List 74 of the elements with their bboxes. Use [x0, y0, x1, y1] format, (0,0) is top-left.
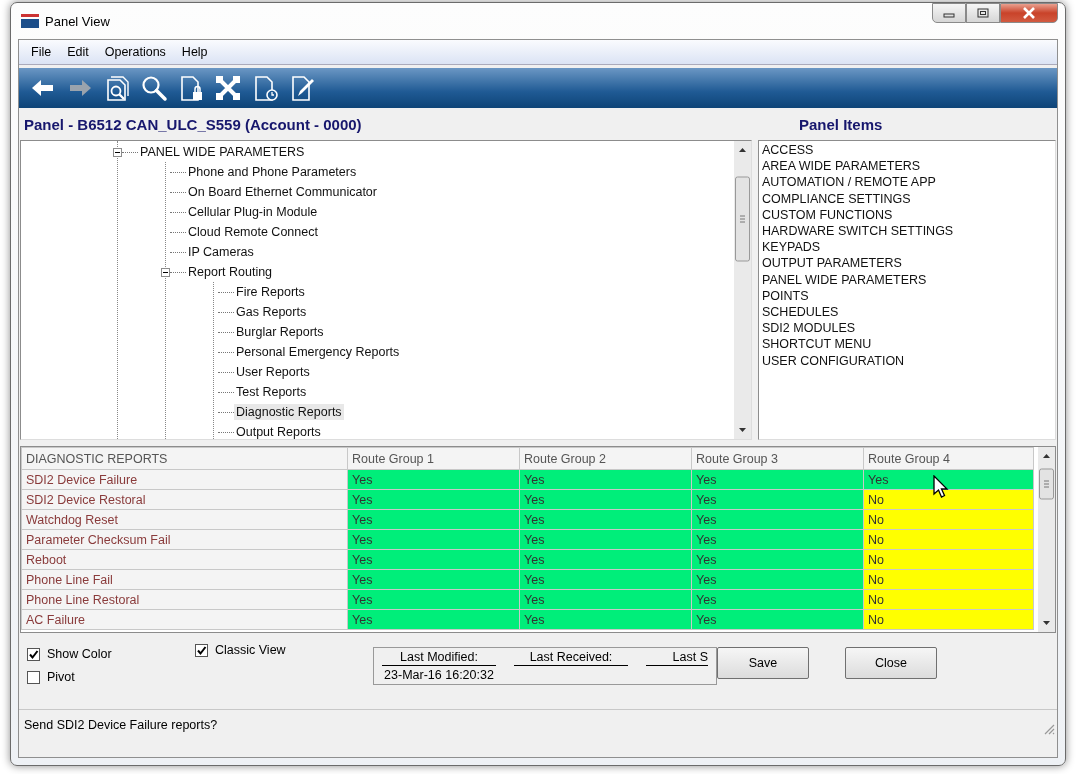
- list-item[interactable]: COMPLIANCE SETTINGS: [762, 190, 1052, 207]
- column-header: Route Group 1: [347, 447, 520, 470]
- row-header: SDI2 Device Restoral: [21, 489, 348, 510]
- panel-title: Panel - B6512 CAN_ULC_S559 (Account - 0000): [23, 115, 363, 133]
- tree-item[interactable]: Gas Reports: [234, 304, 309, 320]
- tree-item[interactable]: On Board Ethernet Communicator: [186, 184, 379, 200]
- collapse-toggle[interactable]: [161, 267, 170, 277]
- tree-item[interactable]: User Reports: [234, 364, 312, 380]
- list-item[interactable]: KEYPADS: [762, 239, 1052, 256]
- field-label: Last S: [646, 650, 708, 666]
- checkbox[interactable]: [27, 670, 40, 684]
- column-header: Route Group 2: [519, 447, 692, 470]
- checkbox-label[interactable]: Show Color: [47, 647, 112, 661]
- field-value: 23-Mar-16 16:20:32: [384, 668, 494, 682]
- row-header: SDI2 Device Failure: [21, 469, 348, 490]
- panel-items-title: Panel Items: [798, 115, 883, 133]
- list-item[interactable]: AUTOMATION / REMOTE APP: [762, 174, 1052, 191]
- menu-item[interactable]: Edit: [59, 45, 97, 59]
- tree-item[interactable]: Report Routing: [186, 264, 275, 280]
- tree-item[interactable]: Burglar Reports: [234, 324, 326, 340]
- checkmark-icon: [196, 644, 207, 656]
- tree-item[interactable]: Diagnostic Reports: [234, 404, 344, 420]
- collapse-toggle[interactable]: [113, 147, 122, 157]
- checkmark-icon: [28, 648, 39, 660]
- list-item[interactable]: POINTS: [762, 287, 1052, 305]
- tree-item[interactable]: Fire Reports: [234, 284, 307, 300]
- field-label: Last Received:: [514, 650, 628, 666]
- list-item[interactable]: SHORTCUT MENU: [762, 336, 1052, 353]
- row-header: Watchdog Reset: [21, 509, 348, 530]
- list-item[interactable]: SCHEDULES: [762, 304, 1052, 321]
- tree-item[interactable]: Cloud Remote Connect: [186, 224, 320, 240]
- list-item[interactable]: SDI2 MODULES: [762, 320, 1052, 337]
- column-header: Route Group 3: [691, 447, 864, 470]
- list-item[interactable]: HARDWARE SWITCH SETTINGS: [762, 223, 1052, 240]
- mouse-pointer-icon: [933, 475, 949, 499]
- list-item[interactable]: PANEL WIDE PARAMETERS: [762, 271, 1052, 288]
- maximize-icon: [977, 8, 989, 18]
- column-header: DIAGNOSTIC REPORTS: [21, 447, 348, 470]
- row-header: Reboot: [21, 549, 348, 570]
- app-logo-icon: [21, 14, 39, 28]
- tree-item[interactable]: IP Cameras: [186, 244, 256, 260]
- tree-item[interactable]: Test Reports: [234, 384, 309, 400]
- checkbox-label[interactable]: Pivot: [47, 670, 75, 684]
- list-item[interactable]: ACCESS: [762, 142, 1052, 159]
- field-label: Last Modified:: [382, 650, 496, 666]
- list-item[interactable]: OUTPUT PARAMETERS: [762, 255, 1052, 272]
- resize-grip-icon: [1043, 723, 1055, 735]
- maximize-button[interactable]: [966, 3, 1000, 23]
- close-window-button[interactable]: [1000, 3, 1058, 23]
- row-header: Phone Line Fail: [21, 569, 348, 590]
- tree-item[interactable]: Output Reports: [234, 424, 323, 439]
- column-header: Route Group 4: [863, 447, 1034, 470]
- tree-item[interactable]: PANEL WIDE PARAMETERS: [138, 144, 307, 160]
- checkbox[interactable]: [195, 643, 208, 657]
- menu-item[interactable]: Help: [173, 45, 216, 59]
- status-text: Send SDI2 Device Failure reports?: [24, 718, 218, 732]
- list-item[interactable]: AREA WIDE PARAMETERS: [762, 158, 1052, 175]
- window-title: Panel View: [45, 13, 110, 29]
- close-button[interactable]: Close: [845, 647, 937, 679]
- list-item[interactable]: CUSTOM FUNCTIONS: [762, 206, 1052, 223]
- save-button[interactable]: Save: [717, 647, 809, 679]
- close-icon: [1022, 7, 1036, 19]
- row-header: AC Failure: [21, 609, 348, 630]
- checkbox-label[interactable]: Classic View: [215, 643, 286, 657]
- menu-item[interactable]: File: [23, 45, 60, 59]
- row-header: Parameter Checksum Fail: [21, 529, 348, 550]
- tree-item[interactable]: Personal Emergency Reports: [234, 344, 402, 360]
- list-item[interactable]: USER CONFIGURATION: [762, 352, 1052, 369]
- tree-item[interactable]: Phone and Phone Parameters: [186, 164, 359, 180]
- checkbox[interactable]: [27, 647, 40, 661]
- menu-item[interactable]: Operations: [96, 45, 174, 59]
- search-icon[interactable]: [140, 74, 168, 102]
- tree-item[interactable]: Cellular Plug-in Module: [186, 204, 320, 220]
- row-header: Phone Line Restoral: [21, 589, 348, 610]
